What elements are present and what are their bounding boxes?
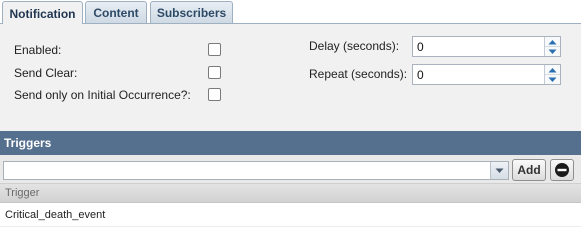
chevron-down-icon[interactable]: [490, 162, 508, 179]
arrow-down-icon[interactable]: [545, 75, 560, 84]
trigger-column-label: Trigger: [5, 187, 40, 199]
delay-stepper[interactable]: 0: [412, 36, 561, 57]
initial-occurrence-checkbox[interactable]: [208, 88, 221, 101]
triggers-toolbar: Add: [0, 155, 581, 184]
repeat-label: Repeat (seconds):: [309, 67, 408, 81]
arrow-down-icon[interactable]: [545, 47, 560, 56]
arrow-up-icon[interactable]: [545, 37, 560, 47]
enabled-checkbox[interactable]: [208, 43, 221, 56]
add-trigger-button[interactable]: Add: [512, 159, 546, 181]
repeat-value[interactable]: 0: [417, 68, 424, 82]
tab-content[interactable]: Content: [85, 1, 147, 23]
arrow-up-icon[interactable]: [545, 65, 560, 75]
tab-bar: Notification Content Subscribers: [0, 0, 581, 25]
delay-label: Delay (seconds):: [309, 39, 400, 53]
trigger-row-name: Critical_death_event: [5, 209, 106, 221]
grid-empty-area: [0, 227, 581, 235]
triggers-section-header: Triggers: [0, 131, 581, 155]
delay-value[interactable]: 0: [417, 40, 424, 54]
enabled-label: Enabled:: [14, 43, 62, 57]
table-row[interactable]: Critical_death_event: [0, 203, 581, 227]
tab-notification[interactable]: Notification: [2, 1, 83, 25]
trigger-column-header[interactable]: Trigger: [0, 184, 581, 203]
triggers-title: Triggers: [4, 136, 52, 150]
tab-subscribers[interactable]: Subscribers: [150, 1, 233, 23]
delay-stepper-arrows: [544, 37, 560, 56]
remove-trigger-button[interactable]: [550, 159, 574, 181]
repeat-stepper-arrows: [544, 65, 560, 84]
send-clear-label: Send Clear:: [14, 66, 78, 80]
repeat-stepper[interactable]: 0: [412, 64, 561, 85]
minus-circle-icon: [555, 163, 569, 177]
initial-occurrence-label: Send only on Initial Occurrence?:: [14, 88, 191, 102]
notification-settings-panel: Enabled: Send Clear: Send only on Initia…: [0, 24, 581, 131]
send-clear-checkbox[interactable]: [208, 66, 221, 79]
trigger-combobox[interactable]: [3, 161, 509, 180]
